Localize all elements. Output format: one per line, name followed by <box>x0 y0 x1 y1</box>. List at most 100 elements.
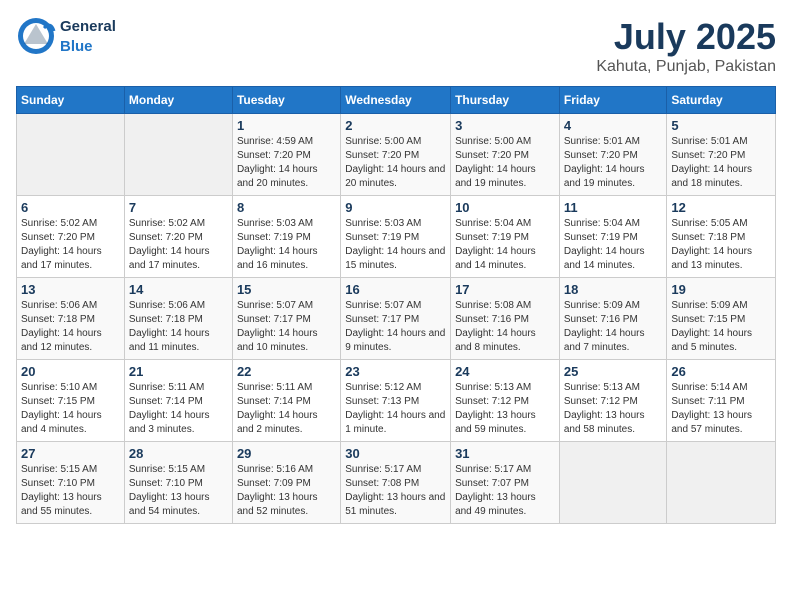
logo-general-text: General Blue <box>60 16 116 56</box>
day-number: 30 <box>345 446 446 461</box>
calendar-cell: 12 Sunrise: 5:05 AM Sunset: 7:18 PM Dayli… <box>667 196 776 278</box>
day-number: 7 <box>129 200 228 215</box>
calendar-cell: 11 Sunrise: 5:04 AM Sunset: 7:19 PM Dayli… <box>559 196 667 278</box>
calendar-cell: 4 Sunrise: 5:01 AM Sunset: 7:20 PM Daylig… <box>559 114 667 196</box>
calendar-cell: 5 Sunrise: 5:01 AM Sunset: 7:20 PM Daylig… <box>667 114 776 196</box>
day-detail: Sunrise: 5:05 AM Sunset: 7:18 PM Dayligh… <box>671 217 771 273</box>
calendar-cell: 17 Sunrise: 5:08 AM Sunset: 7:16 PM Dayli… <box>451 278 560 360</box>
day-number: 28 <box>129 446 228 461</box>
day-detail: Sunrise: 5:07 AM Sunset: 7:17 PM Dayligh… <box>237 299 336 355</box>
day-detail: Sunrise: 5:06 AM Sunset: 7:18 PM Dayligh… <box>129 299 228 355</box>
day-number: 10 <box>455 200 555 215</box>
calendar-cell: 29 Sunrise: 5:16 AM Sunset: 7:09 PM Dayli… <box>232 442 340 524</box>
day-of-week-header: Wednesday <box>341 87 451 114</box>
day-detail: Sunrise: 5:04 AM Sunset: 7:19 PM Dayligh… <box>564 217 663 273</box>
day-detail: Sunrise: 5:12 AM Sunset: 7:13 PM Dayligh… <box>345 381 446 437</box>
day-number: 27 <box>21 446 120 461</box>
day-number: 6 <box>21 200 120 215</box>
calendar-cell: 2Sunrise: 5:00 AM Sunset: 7:20 PM Daylig… <box>341 114 451 196</box>
calendar-week-row: 13 Sunrise: 5:06 AM Sunset: 7:18 PM Dayli… <box>17 278 776 360</box>
calendar-cell: 16 Sunrise: 5:07 AM Sunset: 7:17 PM Dayli… <box>341 278 451 360</box>
calendar-cell: 15Sunrise: 5:07 AM Sunset: 7:17 PM Dayli… <box>232 278 340 360</box>
day-number: 25 <box>564 364 663 379</box>
calendar-cell: 26Sunrise: 5:14 AM Sunset: 7:11 PM Dayli… <box>667 360 776 442</box>
day-number: 11 <box>564 200 663 215</box>
day-of-week-header: Sunday <box>17 87 125 114</box>
main-title: July 2025 <box>596 16 776 58</box>
day-detail: Sunrise: 5:09 AM Sunset: 7:16 PM Dayligh… <box>564 299 663 355</box>
day-detail: Sunrise: 4:59 AM Sunset: 7:20 PM Dayligh… <box>237 135 336 191</box>
day-number: 17 <box>455 282 555 297</box>
day-of-week-header: Tuesday <box>232 87 340 114</box>
calendar-week-row: 27 Sunrise: 5:15 AM Sunset: 7:10 PM Dayli… <box>17 442 776 524</box>
day-detail: Sunrise: 5:03 AM Sunset: 7:19 PM Dayligh… <box>237 217 336 273</box>
day-number: 3 <box>455 118 555 133</box>
day-detail: Sunrise: 5:00 AM Sunset: 7:20 PM Dayligh… <box>345 135 446 191</box>
day-of-week-header: Monday <box>124 87 232 114</box>
day-number: 16 <box>345 282 446 297</box>
calendar-week-row: 1Sunrise: 4:59 AM Sunset: 7:20 PM Daylig… <box>17 114 776 196</box>
day-number: 14 <box>129 282 228 297</box>
day-number: 19 <box>671 282 771 297</box>
calendar-cell: 23 Sunrise: 5:12 AM Sunset: 7:13 PM Dayli… <box>341 360 451 442</box>
calendar-cell: 7 Sunrise: 5:02 AM Sunset: 7:20 PM Daylig… <box>124 196 232 278</box>
calendar-cell: 27 Sunrise: 5:15 AM Sunset: 7:10 PM Dayli… <box>17 442 125 524</box>
calendar-cell: 9 Sunrise: 5:03 AM Sunset: 7:19 PM Daylig… <box>341 196 451 278</box>
day-detail: Sunrise: 5:02 AM Sunset: 7:20 PM Dayligh… <box>129 217 228 273</box>
day-of-week-header: Saturday <box>667 87 776 114</box>
day-detail: Sunrise: 5:08 AM Sunset: 7:16 PM Dayligh… <box>455 299 555 355</box>
calendar-week-row: 6 Sunrise: 5:02 AM Sunset: 7:20 PM Daylig… <box>17 196 776 278</box>
day-detail: Sunrise: 5:13 AM Sunset: 7:12 PM Dayligh… <box>564 381 663 437</box>
logo: General Blue <box>16 16 116 56</box>
day-number: 8 <box>237 200 336 215</box>
day-detail: Sunrise: 5:17 AM Sunset: 7:07 PM Dayligh… <box>455 463 555 519</box>
calendar-cell <box>124 114 232 196</box>
calendar-cell: 3 Sunrise: 5:00 AM Sunset: 7:20 PM Daylig… <box>451 114 560 196</box>
day-number: 20 <box>21 364 120 379</box>
day-detail: Sunrise: 5:17 AM Sunset: 7:08 PM Dayligh… <box>345 463 446 519</box>
day-detail: Sunrise: 5:02 AM Sunset: 7:20 PM Dayligh… <box>21 217 120 273</box>
calendar-cell: 25 Sunrise: 5:13 AM Sunset: 7:12 PM Dayli… <box>559 360 667 442</box>
day-of-week-header: Thursday <box>451 87 560 114</box>
calendar-cell: 6 Sunrise: 5:02 AM Sunset: 7:20 PM Daylig… <box>17 196 125 278</box>
calendar-cell: 19 Sunrise: 5:09 AM Sunset: 7:15 PM Dayli… <box>667 278 776 360</box>
calendar-cell: 13 Sunrise: 5:06 AM Sunset: 7:18 PM Dayli… <box>17 278 125 360</box>
day-of-week-header: Friday <box>559 87 667 114</box>
day-number: 26 <box>671 364 771 379</box>
day-number: 23 <box>345 364 446 379</box>
calendar-cell: 8 Sunrise: 5:03 AM Sunset: 7:19 PM Daylig… <box>232 196 340 278</box>
calendar-week-row: 20Sunrise: 5:10 AM Sunset: 7:15 PM Dayli… <box>17 360 776 442</box>
calendar-cell: 28 Sunrise: 5:15 AM Sunset: 7:10 PM Dayli… <box>124 442 232 524</box>
day-number: 9 <box>345 200 446 215</box>
calendar-cell: 1Sunrise: 4:59 AM Sunset: 7:20 PM Daylig… <box>232 114 340 196</box>
day-detail: Sunrise: 5:04 AM Sunset: 7:19 PM Dayligh… <box>455 217 555 273</box>
calendar-cell: 18Sunrise: 5:09 AM Sunset: 7:16 PM Dayli… <box>559 278 667 360</box>
day-number: 22 <box>237 364 336 379</box>
day-detail: Sunrise: 5:01 AM Sunset: 7:20 PM Dayligh… <box>671 135 771 191</box>
calendar-cell: 22 Sunrise: 5:11 AM Sunset: 7:14 PM Dayli… <box>232 360 340 442</box>
day-detail: Sunrise: 5:09 AM Sunset: 7:15 PM Dayligh… <box>671 299 771 355</box>
calendar-cell: 14 Sunrise: 5:06 AM Sunset: 7:18 PM Dayli… <box>124 278 232 360</box>
day-detail: Sunrise: 5:06 AM Sunset: 7:18 PM Dayligh… <box>21 299 120 355</box>
day-number: 24 <box>455 364 555 379</box>
day-number: 5 <box>671 118 771 133</box>
day-detail: Sunrise: 5:01 AM Sunset: 7:20 PM Dayligh… <box>564 135 663 191</box>
day-detail: Sunrise: 5:00 AM Sunset: 7:20 PM Dayligh… <box>455 135 555 191</box>
day-detail: Sunrise: 5:07 AM Sunset: 7:17 PM Dayligh… <box>345 299 446 355</box>
day-number: 12 <box>671 200 771 215</box>
calendar-cell <box>17 114 125 196</box>
day-detail: Sunrise: 5:15 AM Sunset: 7:10 PM Dayligh… <box>21 463 120 519</box>
day-detail: Sunrise: 5:15 AM Sunset: 7:10 PM Dayligh… <box>129 463 228 519</box>
day-detail: Sunrise: 5:11 AM Sunset: 7:14 PM Dayligh… <box>237 381 336 437</box>
logo-icon <box>16 16 56 56</box>
day-number: 29 <box>237 446 336 461</box>
day-number: 4 <box>564 118 663 133</box>
calendar-cell: 31Sunrise: 5:17 AM Sunset: 7:07 PM Dayli… <box>451 442 560 524</box>
calendar-cell: 20Sunrise: 5:10 AM Sunset: 7:15 PM Dayli… <box>17 360 125 442</box>
calendar-cell <box>667 442 776 524</box>
calendar-cell: 30 Sunrise: 5:17 AM Sunset: 7:08 PM Dayli… <box>341 442 451 524</box>
day-number: 13 <box>21 282 120 297</box>
day-detail: Sunrise: 5:03 AM Sunset: 7:19 PM Dayligh… <box>345 217 446 273</box>
day-detail: Sunrise: 5:16 AM Sunset: 7:09 PM Dayligh… <box>237 463 336 519</box>
calendar-cell: 10 Sunrise: 5:04 AM Sunset: 7:19 PM Dayli… <box>451 196 560 278</box>
